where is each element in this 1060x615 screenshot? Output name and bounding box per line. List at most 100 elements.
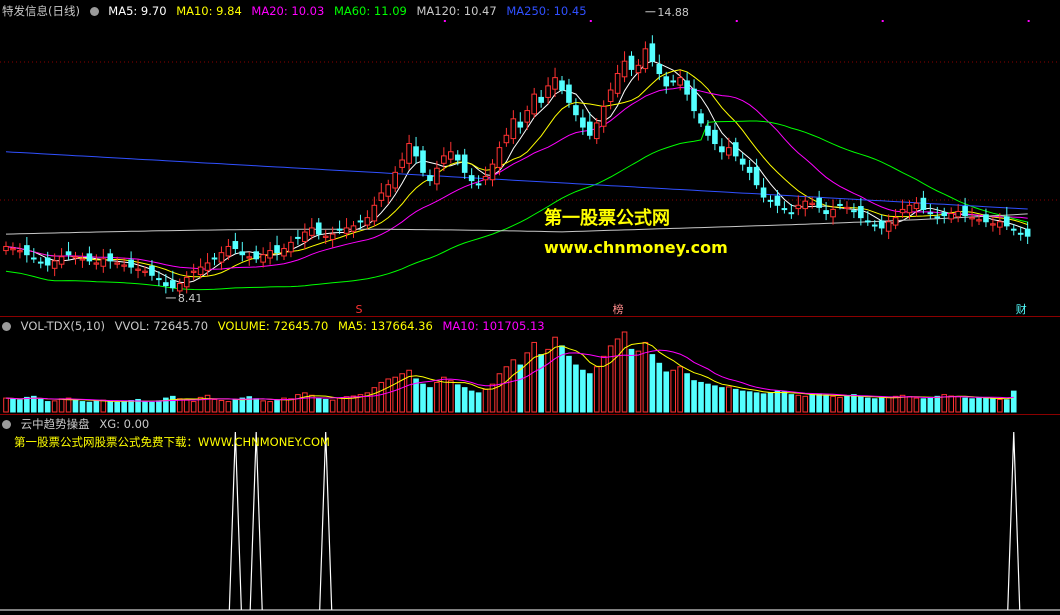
volume-bar	[566, 355, 572, 413]
volume-bar	[774, 390, 781, 413]
candle-body	[253, 251, 259, 260]
volume-bar	[211, 398, 218, 413]
indicator-panel-title: 云中趋势操盘	[20, 417, 90, 431]
candle-body	[795, 204, 802, 210]
volume-bar	[649, 354, 656, 413]
candle-body	[482, 175, 489, 181]
signal-dot	[443, 20, 446, 22]
candle-body	[837, 203, 843, 206]
candle-body	[329, 233, 336, 240]
signal-dot	[589, 20, 592, 22]
volume-bar	[746, 391, 753, 413]
ma250-label: MA250: 10.45	[506, 4, 587, 18]
candle-body	[170, 280, 176, 289]
volume-bar	[371, 387, 378, 413]
candle-body	[788, 212, 795, 215]
volume-bar	[93, 400, 100, 413]
volume-bar	[336, 397, 343, 413]
candle-body	[315, 222, 322, 235]
candle-body	[434, 167, 440, 185]
candle-body	[865, 220, 871, 223]
volume-bar	[600, 355, 607, 413]
volume-bar	[288, 398, 294, 413]
volume-bar	[656, 362, 663, 413]
ma10-label: MA10: 9.84	[176, 4, 242, 18]
volume-bar	[955, 396, 961, 413]
volume-bar	[420, 383, 426, 413]
candle-body	[183, 276, 190, 288]
ma5-label: MA5: 9.70	[108, 4, 167, 18]
volume-bar	[983, 397, 989, 413]
candle-body	[343, 227, 350, 234]
candle-body	[267, 250, 273, 259]
volume-bar	[802, 395, 809, 413]
vol-ma10-label: MA10: 101705.13	[442, 319, 545, 333]
volume-bar	[225, 401, 232, 413]
volume-bar	[614, 338, 621, 413]
collapse-circle-icon[interactable]	[2, 420, 11, 429]
candle-body	[955, 210, 961, 218]
candle-body	[802, 200, 809, 210]
candle-body	[607, 89, 614, 103]
volume-bar	[837, 396, 843, 413]
volume-bar	[712, 385, 718, 413]
volume-bar	[503, 366, 510, 413]
volume-bar	[322, 398, 329, 413]
volume-bar	[58, 398, 65, 413]
volume-ma10-line	[5, 349, 1014, 402]
chart-canvas[interactable]: 14.88 8.41 S 榜 财	[0, 0, 1060, 615]
candle-body	[260, 254, 266, 263]
candle-body	[642, 48, 649, 70]
candle-body	[468, 175, 475, 182]
candle-body	[72, 256, 79, 259]
volume-bar	[885, 396, 892, 413]
candle-body	[851, 210, 857, 213]
volume-bar	[1010, 390, 1017, 413]
volume-bar	[927, 396, 934, 413]
volume-bar	[920, 398, 927, 413]
price-panel-title: 特发信息(日线)	[2, 4, 80, 18]
volume-bar	[204, 394, 211, 413]
volume-bar	[3, 397, 9, 413]
candle-body	[531, 93, 538, 115]
candle-body	[1004, 216, 1010, 227]
volume-bar	[468, 390, 475, 413]
volume-bar	[295, 394, 301, 413]
volume-panel-header: VOL-TDX(5,10) VVOL: 72645.70 VOLUME: 726…	[2, 319, 551, 333]
candle-body	[142, 270, 148, 273]
candle-body	[920, 197, 927, 210]
volume-bar	[531, 341, 538, 413]
volume-bar	[865, 397, 871, 413]
volume-bar	[232, 399, 239, 413]
volume-bar	[635, 350, 642, 413]
candle-body	[281, 248, 287, 257]
candle-body	[573, 105, 579, 116]
candle-body	[420, 150, 426, 173]
volume-bar	[913, 397, 920, 413]
candle-body	[774, 195, 781, 206]
volume-bar	[482, 388, 489, 413]
collapse-circle-icon[interactable]	[89, 7, 99, 16]
volume-bar	[121, 401, 127, 413]
candle-body	[232, 241, 239, 250]
candle-body	[566, 84, 572, 103]
candle-body	[878, 220, 885, 229]
volume-bar	[107, 401, 114, 413]
candle-body	[58, 256, 65, 265]
event-marker: S	[355, 303, 362, 316]
volume-bar	[496, 373, 503, 413]
collapse-circle-icon[interactable]	[2, 322, 11, 331]
ma-line-ma10	[5, 69, 1028, 278]
volume-bar	[72, 399, 79, 413]
ma-line-ma20	[5, 86, 1028, 270]
volume-bar	[427, 387, 433, 413]
candle-body	[503, 134, 510, 144]
candle-body	[441, 155, 447, 164]
candle-body	[844, 206, 850, 210]
candle-body	[934, 216, 941, 219]
candle-body	[649, 43, 656, 62]
xg-spike	[319, 431, 333, 611]
volume-bar	[851, 394, 857, 413]
volume-bar	[969, 398, 975, 413]
event-marker: 财	[1016, 302, 1027, 316]
